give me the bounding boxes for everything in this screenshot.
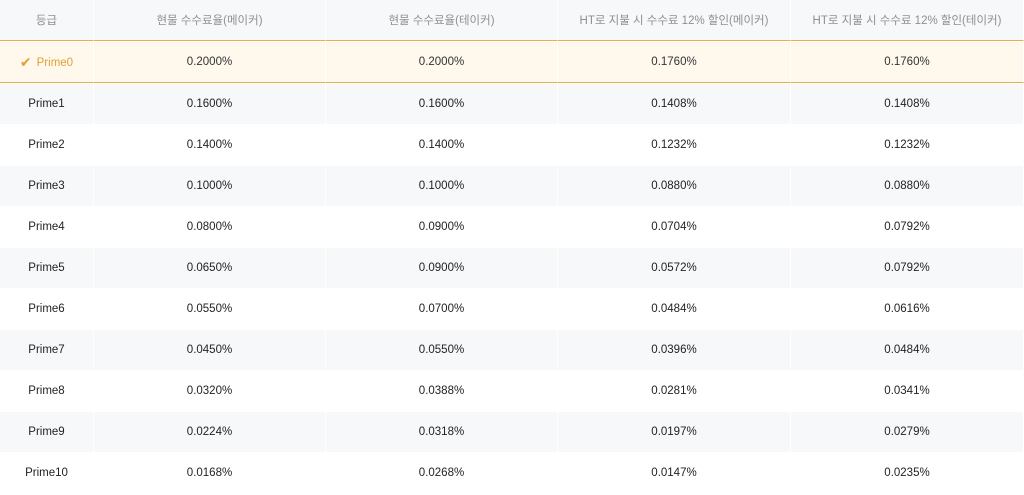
tier-label: Prime3 (28, 180, 65, 192)
spot-taker-cell: 0.0700% (326, 288, 558, 329)
tier-cell: Prime1 (0, 83, 94, 124)
spot-maker-cell: 0.0650% (94, 247, 326, 288)
spot-taker-cell: 0.0900% (326, 206, 558, 247)
tier-label: Prime8 (28, 385, 65, 397)
ht-taker-cell: 0.0484% (791, 329, 1024, 370)
tier-cell: Prime6 (0, 288, 94, 329)
spot-taker-cell: 0.0388% (326, 370, 558, 411)
spot-maker-cell: 0.0450% (94, 329, 326, 370)
ht-maker-cell: 0.0484% (558, 288, 791, 329)
tier-label: Prime5 (28, 262, 65, 274)
spot-maker-cell: 0.1600% (94, 83, 326, 124)
spot-maker-cell: 0.0800% (94, 206, 326, 247)
tier-label: Prime4 (28, 221, 65, 233)
spot-maker-cell: 0.0224% (94, 411, 326, 452)
tier-label: Prime9 (28, 426, 65, 438)
spot-maker-cell: 0.2000% (94, 41, 326, 83)
table-row: Prime4 0.0800% 0.0900% 0.0704% 0.0792% (0, 206, 1024, 247)
ht-taker-cell: 0.1760% (791, 41, 1024, 83)
ht-maker-cell: 0.0147% (558, 452, 791, 493)
header-row: 등급 현물 수수료율(메이커) 현물 수수료율(테이커) HT로 지불 시 수수… (0, 0, 1024, 41)
ht-maker-cell: 0.1232% (558, 124, 791, 165)
fee-rate-table: 등급 현물 수수료율(메이커) 현물 수수료율(테이커) HT로 지불 시 수수… (0, 0, 1024, 493)
tier-cell: ✔ Prime0 (0, 41, 94, 83)
tier-label: Prime10 (25, 467, 68, 479)
ht-maker-cell: 0.0880% (558, 165, 791, 206)
ht-taker-cell: 0.1232% (791, 124, 1024, 165)
check-icon: ✔ (19, 53, 32, 70)
header-tier: 등급 (0, 0, 94, 41)
table-row: Prime3 0.1000% 0.1000% 0.0880% 0.0880% (0, 165, 1024, 206)
tier-cell: Prime2 (0, 124, 94, 165)
ht-maker-cell: 0.0572% (558, 247, 791, 288)
spot-taker-cell: 0.1000% (326, 165, 558, 206)
ht-maker-cell: 0.1760% (558, 41, 791, 83)
ht-taker-cell: 0.1408% (791, 83, 1024, 124)
ht-maker-cell: 0.1408% (558, 83, 791, 124)
spot-maker-cell: 0.1400% (94, 124, 326, 165)
ht-maker-cell: 0.0396% (558, 329, 791, 370)
table-row: ✔ Prime0 0.2000% 0.2000% 0.1760% 0.1760% (0, 41, 1024, 83)
tier-cell: Prime9 (0, 411, 94, 452)
spot-taker-cell: 0.0900% (326, 247, 558, 288)
tier-label: Prime6 (28, 303, 65, 315)
tier-cell: Prime4 (0, 206, 94, 247)
ht-taker-cell: 0.0880% (791, 165, 1024, 206)
spot-maker-cell: 0.1000% (94, 165, 326, 206)
table-row: Prime7 0.0450% 0.0550% 0.0396% 0.0484% (0, 329, 1024, 370)
table-row: Prime6 0.0550% 0.0700% 0.0484% 0.0616% (0, 288, 1024, 329)
table-row: Prime2 0.1400% 0.1400% 0.1232% 0.1232% (0, 124, 1024, 165)
ht-maker-cell: 0.0281% (558, 370, 791, 411)
spot-maker-cell: 0.0550% (94, 288, 326, 329)
ht-taker-cell: 0.0279% (791, 411, 1024, 452)
spot-taker-cell: 0.0268% (326, 452, 558, 493)
fee-table-header: 등급 현물 수수료율(메이커) 현물 수수료율(테이커) HT로 지불 시 수수… (0, 0, 1024, 41)
spot-taker-cell: 0.0550% (326, 329, 558, 370)
ht-maker-cell: 0.0704% (558, 206, 791, 247)
header-ht-taker: HT로 지불 시 수수료 12% 할인(테이커) (791, 0, 1024, 41)
tier-cell: Prime3 (0, 165, 94, 206)
tier-label: Prime7 (28, 344, 65, 356)
ht-taker-cell: 0.0792% (791, 206, 1024, 247)
tier-cell: Prime7 (0, 329, 94, 370)
header-spot-maker: 현물 수수료율(메이커) (94, 0, 326, 41)
ht-maker-cell: 0.0197% (558, 411, 791, 452)
tier-cell: Prime10 (0, 452, 94, 493)
ht-taker-cell: 0.0235% (791, 452, 1024, 493)
spot-taker-cell: 0.2000% (326, 41, 558, 83)
spot-taker-cell: 0.1600% (326, 83, 558, 124)
spot-maker-cell: 0.0320% (94, 370, 326, 411)
ht-taker-cell: 0.0792% (791, 247, 1024, 288)
tier-cell: Prime8 (0, 370, 94, 411)
fee-table-body: ✔ Prime0 0.2000% 0.2000% 0.1760% 0.1760% Prime… (0, 41, 1024, 493)
ht-taker-cell: 0.0341% (791, 370, 1024, 411)
tier-label: Prime1 (28, 98, 65, 110)
table-row: Prime8 0.0320% 0.0388% 0.0281% 0.0341% (0, 370, 1024, 411)
spot-maker-cell: 0.0168% (94, 452, 326, 493)
table-row: Prime10 0.0168% 0.0268% 0.0147% 0.0235% (0, 452, 1024, 493)
tier-label: Prime2 (28, 139, 65, 151)
spot-taker-cell: 0.1400% (326, 124, 558, 165)
header-ht-maker: HT로 지불 시 수수료 12% 할인(메이커) (558, 0, 791, 41)
tier-label: Prime0 (36, 56, 74, 69)
table-row: Prime1 0.1600% 0.1600% 0.1408% 0.1408% (0, 83, 1024, 124)
tier-cell: Prime5 (0, 247, 94, 288)
ht-taker-cell: 0.0616% (791, 288, 1024, 329)
header-spot-taker: 현물 수수료율(테이커) (326, 0, 558, 41)
table-row: Prime5 0.0650% 0.0900% 0.0572% 0.0792% (0, 247, 1024, 288)
spot-taker-cell: 0.0318% (326, 411, 558, 452)
table-row: Prime9 0.0224% 0.0318% 0.0197% 0.0279% (0, 411, 1024, 452)
